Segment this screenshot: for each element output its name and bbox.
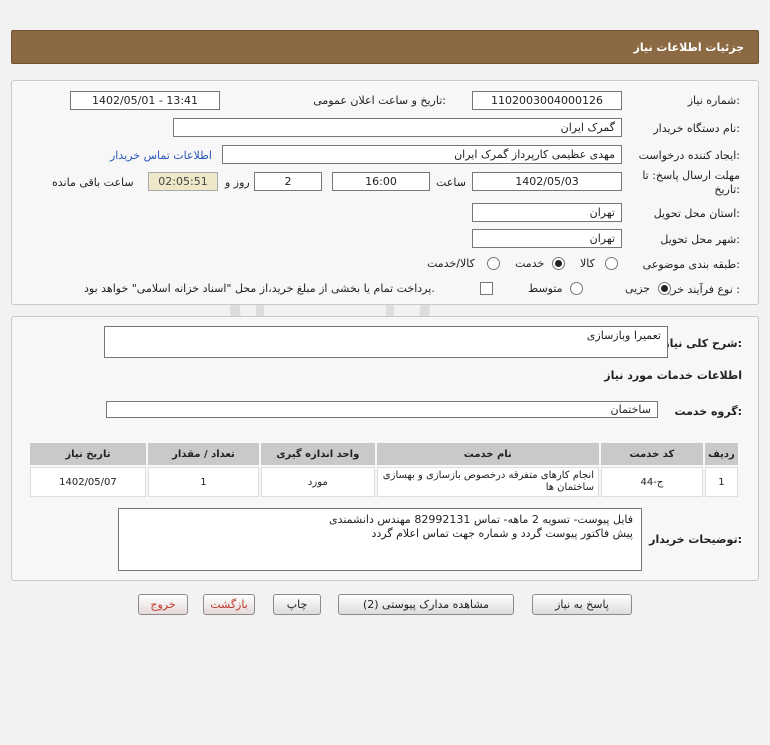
- category-label: طبقه بندی موضوعی:: [642, 258, 740, 271]
- creator-field: مهدی عظیمی کارپرداز گمرک ایران: [222, 145, 622, 164]
- announce-datetime-label: تاریخ و ساعت اعلان عمومی:: [313, 94, 446, 107]
- remaining-days-field: 2: [254, 172, 322, 191]
- buyer-contact-link[interactable]: اطلاعات تماس خریدار: [110, 149, 212, 162]
- announce-datetime-field: 1402/05/01 - 13:41: [70, 91, 220, 110]
- need-summary-label: شرح کلی نیاز:: [663, 337, 742, 350]
- buyer-org-field: گمرک ایران: [173, 118, 622, 137]
- process-option-minor: جزیی: [625, 282, 651, 295]
- service-group-label: گروه خدمت:: [674, 405, 742, 418]
- col-unit-header: واحد اندازه گیری: [261, 443, 375, 465]
- cell-date: 1402/05/07: [30, 467, 146, 497]
- creator-label: ایجاد کننده درخواست:: [638, 149, 740, 162]
- page-title: جزئیات اطلاعات نیاز: [633, 40, 745, 54]
- col-code-header: کد خدمت: [600, 443, 703, 465]
- cell-code: ج-44: [600, 467, 703, 497]
- exit-button[interactable]: خروج: [138, 594, 188, 615]
- deadline-date-field: 1402/05/03: [472, 172, 622, 191]
- category-option-goods: کالا: [580, 257, 595, 270]
- process-option-medium: متوسط: [528, 282, 563, 295]
- need-number-field: 1102003004000126: [472, 91, 622, 110]
- table-row: 1 ج-44 انجام کارهای متفرقه درخصوص بازساز…: [30, 467, 738, 497]
- cell-qty: 1: [147, 467, 260, 497]
- col-name-header: نام خدمت: [376, 443, 599, 465]
- back-button[interactable]: بازگشت: [203, 594, 255, 615]
- buyer-notes-field: فایل پیوست- تسویه 2 ماهه- تماس 82992131 …: [118, 508, 642, 571]
- province-field: تهران: [472, 203, 622, 222]
- remaining-time-label: ساعت باقی مانده: [52, 176, 134, 189]
- col-qty-header: تعداد / مقدار: [147, 443, 260, 465]
- days-label: روز و: [225, 176, 250, 189]
- cell-unit: مورد: [261, 467, 375, 497]
- process-radio-minor[interactable]: [658, 282, 671, 295]
- services-section-title: اطلاعات خدمات مورد نیاز: [604, 369, 742, 382]
- buyer-notes-line-1: فایل پیوست- تسویه 2 ماهه- تماس 82992131 …: [328, 513, 633, 526]
- buyer-notes-label: توضیحات خریدار:: [649, 533, 742, 546]
- buyer-org-label: نام دستگاه خریدار:: [653, 122, 740, 135]
- treasury-payment-checkbox[interactable]: [480, 282, 493, 295]
- city-label: شهر محل تحویل:: [660, 233, 740, 246]
- cell-name: انجام کارهای متفرقه درخصوص بازسازی و بهس…: [376, 467, 599, 497]
- cell-row: 1: [704, 467, 738, 497]
- buyer-notes-line-2: پیش فاکتور پیوست گردد و شماره جهت تماس ا…: [371, 527, 633, 540]
- category-option-service: خدمت: [515, 257, 545, 270]
- category-radio-goods[interactable]: [605, 257, 618, 270]
- table-header-row: ردیف کد خدمت نام خدمت واحد اندازه گیری ت…: [30, 443, 738, 465]
- service-group-field: ساختمان: [106, 401, 658, 418]
- deadline-time-label: ساعت: [436, 176, 466, 189]
- page-title-bar: جزئیات اطلاعات نیاز: [11, 30, 759, 64]
- treasury-payment-note: پرداخت تمام یا بخشی از مبلغ خرید،از محل …: [84, 282, 435, 295]
- services-table: ردیف کد خدمت نام خدمت واحد اندازه گیری ت…: [28, 441, 740, 499]
- view-attachments-button[interactable]: مشاهده مدارک پیوستی (2): [338, 594, 514, 615]
- category-option-goods-service: کالا/خدمت: [427, 257, 475, 270]
- deadline-time-field: 16:00: [332, 172, 430, 191]
- col-date-header: تاریخ نیاز: [30, 443, 146, 465]
- deadline-label: مهلت ارسال پاسخ: تا: [642, 169, 740, 182]
- deadline-label-date: تاریخ:: [714, 183, 740, 196]
- reply-button[interactable]: پاسخ به نیاز: [532, 594, 632, 615]
- province-label: استان محل تحویل:: [653, 207, 740, 220]
- process-radio-medium[interactable]: [570, 282, 583, 295]
- need-summary-field: تعمیرا وبازسازی: [104, 326, 668, 358]
- col-row-header: ردیف: [704, 443, 738, 465]
- category-radio-service[interactable]: [552, 257, 565, 270]
- city-field: تهران: [472, 229, 622, 248]
- category-radio-goods-service[interactable]: [487, 257, 500, 270]
- remaining-time-field: 02:05:51: [148, 172, 218, 191]
- process-type-label: نوع فرآیند خرید :: [662, 283, 740, 296]
- need-details-panel: [11, 80, 759, 305]
- need-number-label: شماره نیاز:: [687, 94, 740, 107]
- print-button[interactable]: چاپ: [273, 594, 321, 615]
